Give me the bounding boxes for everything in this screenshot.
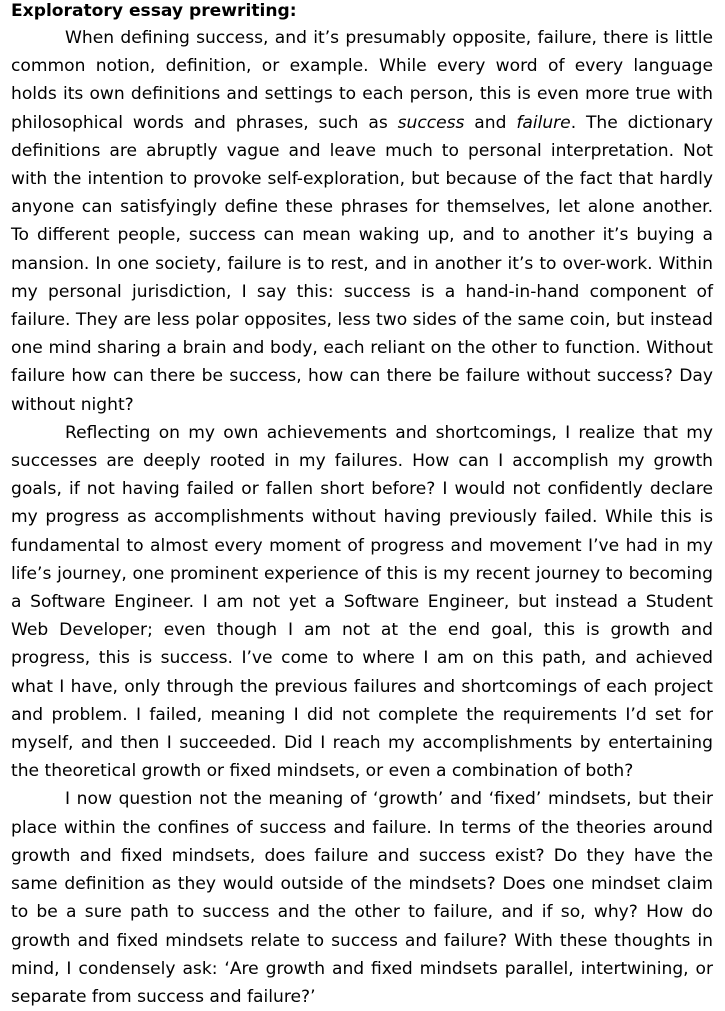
italic-word-failure: failure bbox=[516, 112, 571, 133]
italic-word-success: success bbox=[397, 112, 465, 133]
paragraph-2: Reflecting on my own achievements and sh… bbox=[11, 422, 713, 782]
paragraph-1: When defining success, and it’s presumab… bbox=[11, 24, 713, 419]
document-title: Exploratory essay prewriting: bbox=[11, 1, 297, 21]
document-page: Exploratory essay prewriting: When defin… bbox=[11, 0, 713, 1011]
paragraph-1-and: and bbox=[464, 112, 517, 133]
paragraph-3: I now question not the meaning of ‘growt… bbox=[11, 789, 713, 1007]
paragraph-1-text-b: . The dictionary definitions are abruptl… bbox=[11, 112, 713, 415]
